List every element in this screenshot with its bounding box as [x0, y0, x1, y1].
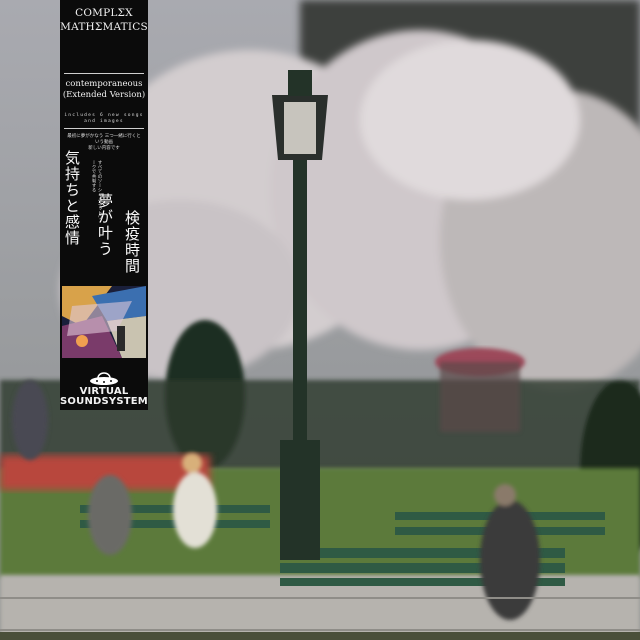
collage-artwork-image: [62, 286, 146, 358]
artist-name-line-1: COMPLΣX: [75, 7, 133, 19]
artist-name-line-2: MATHΣMATICS: [60, 21, 148, 33]
artist-name: COMPLΣX MATHΣMATICS: [60, 6, 148, 34]
vertical-text-quarantine: 検疫時間: [123, 210, 141, 274]
ufo-icon: [90, 372, 118, 385]
vertical-text-dreams: 夢が叶う: [96, 193, 114, 257]
album-title: contemporaneous (Extended Version): [60, 79, 148, 101]
tagline-line-2: and images: [84, 119, 124, 124]
divider: [64, 73, 144, 74]
small-japanese-line-1: 最初に夢がかなう 三つ一緒に行くという動画: [67, 134, 141, 145]
tagline: includes 6 new songs and images: [60, 113, 148, 125]
vertical-small-line-2: ークで共有する: [91, 160, 96, 193]
album-title-line-2: (Extended Version): [62, 90, 146, 100]
divider: [64, 128, 144, 129]
vertical-text-feelings: 気持ちと感情: [63, 150, 81, 246]
label-name-line-2: SOUNDSYSTEM: [60, 396, 148, 407]
obi-strip: COMPLΣX MATHΣMATICS contemporaneous (Ext…: [60, 0, 148, 410]
album-title-line-1: contemporaneous: [65, 79, 143, 89]
label-logo: VIRTUAL SOUNDSYSTEM: [60, 372, 148, 407]
